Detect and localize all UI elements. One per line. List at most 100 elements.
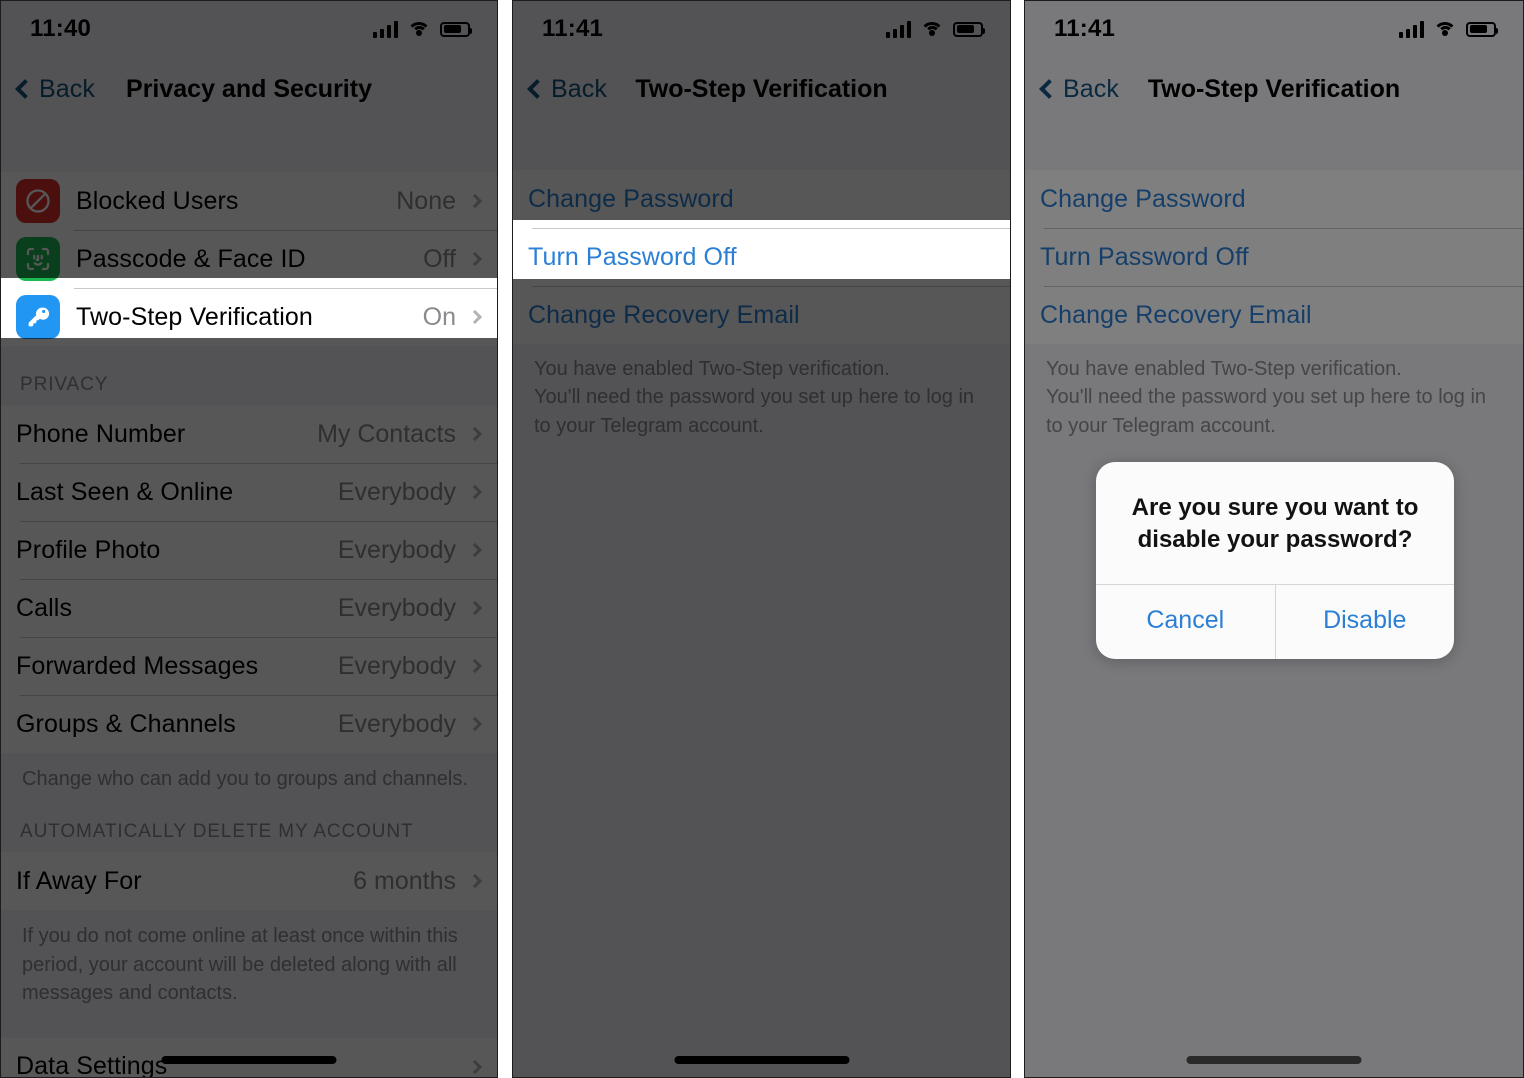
auto-delete-footnote: If you do not come online at least once … [0, 910, 498, 1008]
panel-gutter-1 [498, 0, 512, 1078]
row-value: Off [423, 244, 456, 273]
face-id-icon [16, 237, 60, 281]
back-button[interactable]: Back [12, 75, 95, 104]
status-bar-1: 11:40 [0, 0, 498, 58]
two-step-actions-group: Change Password Turn Password Off Change… [1024, 170, 1524, 344]
row-label: Passcode & Face ID [76, 244, 306, 273]
home-indicator [674, 1056, 849, 1064]
phone-screen-2: 11:41 Two-Step Verification Back Change … [512, 0, 1011, 1078]
row-label: Change Recovery Email [528, 300, 800, 329]
nav-bar-1: Privacy and Security Back [0, 58, 498, 120]
row-label: Forwarded Messages [16, 651, 259, 680]
settings-list-3: Change Password Turn Password Off Change… [1024, 120, 1524, 441]
blocked-users-icon [16, 179, 60, 223]
row-label: Blocked Users [76, 186, 239, 215]
row-change-recovery-email[interactable]: Change Recovery Email [512, 286, 1011, 344]
settings-list-2: Change Password Turn Password Off Change… [512, 120, 1011, 441]
chevron-right-icon [467, 426, 483, 442]
chevron-left-icon [15, 79, 35, 99]
row-label: Change Recovery Email [1040, 300, 1312, 329]
status-icons [1398, 20, 1498, 38]
status-time: 11:41 [1054, 15, 1116, 42]
disable-password-alert: Are you sure you want to disable your pa… [1096, 462, 1455, 660]
row-label: Groups & Channels [16, 709, 236, 738]
battery-icon [953, 21, 985, 37]
phone-panel-two-step-highlight: 11:41 Two-Step Verification Back Change … [512, 0, 1011, 1078]
status-time: 11:40 [30, 15, 92, 42]
row-blocked-users[interactable]: Blocked Users None [0, 172, 498, 230]
chevron-right-icon [467, 1059, 483, 1074]
nav-bar-3: Two-Step Verification Back [1024, 58, 1524, 120]
row-last-seen-online[interactable]: Last Seen & Online Everybody [0, 463, 498, 521]
row-turn-password-off[interactable]: Turn Password Off [512, 228, 1011, 286]
row-value: Everybody [337, 651, 456, 680]
row-turn-password-off[interactable]: Turn Password Off [1024, 228, 1524, 286]
back-button[interactable]: Back [1036, 75, 1119, 104]
row-value: My Contacts [317, 419, 456, 448]
row-label: Change Password [1040, 184, 1246, 213]
battery-icon [440, 21, 472, 37]
spacer [0, 1007, 498, 1038]
row-label: Profile Photo [16, 535, 161, 564]
status-icons [885, 20, 985, 38]
wifi-icon [1433, 21, 1457, 38]
two-step-actions-group: Change Password Turn Password Off Change… [512, 170, 1011, 344]
back-button-label: Back [551, 74, 607, 103]
panel-gutter-2 [1011, 0, 1024, 1078]
row-label: If Away For [16, 866, 142, 895]
security-group: Blocked Users None Passcode & Face ID Of… [0, 172, 498, 346]
status-icons [372, 20, 472, 38]
auto-delete-group: If Away For 6 months [0, 852, 498, 911]
back-button-label: Back [1063, 74, 1119, 103]
phone-screen-1: 11:40 Privacy and Security Back Blocked … [0, 0, 498, 1078]
chevron-right-icon [467, 251, 483, 267]
row-calls[interactable]: Calls Everybody [0, 579, 498, 637]
row-value: Everybody [337, 477, 456, 506]
row-profile-photo[interactable]: Profile Photo Everybody [0, 521, 498, 579]
back-button-label: Back [39, 74, 95, 103]
back-button[interactable]: Back [524, 75, 607, 104]
row-if-away-for[interactable]: If Away For 6 months [0, 852, 498, 911]
row-label: Two-Step Verification [76, 302, 313, 331]
row-label: Turn Password Off [1040, 242, 1249, 271]
wifi-icon [920, 21, 944, 38]
row-value: On [422, 302, 456, 331]
row-change-password[interactable]: Change Password [512, 170, 1011, 228]
list-top-spacer [0, 120, 498, 172]
row-phone-number[interactable]: Phone Number My Contacts [0, 405, 498, 463]
two-step-footnote: You have enabled Two-Step verification. … [1024, 344, 1524, 441]
chevron-left-icon [1039, 79, 1059, 99]
chevron-right-icon [467, 600, 483, 616]
row-change-password[interactable]: Change Password [1024, 170, 1524, 228]
status-time: 11:41 [542, 15, 604, 42]
auto-delete-section-header: AUTOMATICALLY DELETE MY ACCOUNT [0, 793, 498, 853]
status-bar-3: 11:41 [1024, 0, 1524, 58]
screenshot-stage: 11:40 Privacy and Security Back Blocked … [0, 0, 1524, 1078]
cellular-signal-icon [372, 20, 398, 38]
row-two-step-verification[interactable]: Two-Step Verification On [0, 288, 498, 346]
row-label: Turn Password Off [528, 242, 737, 271]
chevron-right-icon [467, 309, 483, 325]
row-passcode-face-id[interactable]: Passcode & Face ID Off [0, 230, 498, 288]
list-top-spacer [512, 120, 1011, 170]
row-groups-channels[interactable]: Groups & Channels Everybody [0, 695, 498, 753]
battery-icon [1466, 21, 1498, 37]
row-label: Change Password [528, 184, 734, 213]
row-label: Calls [16, 593, 73, 622]
row-forwarded-messages[interactable]: Forwarded Messages Everybody [0, 637, 498, 695]
phone-panel-privacy-and-security: 11:40 Privacy and Security Back Blocked … [0, 0, 498, 1078]
row-change-recovery-email[interactable]: Change Recovery Email [1024, 286, 1524, 344]
disable-button[interactable]: Disable [1274, 585, 1455, 660]
two-step-key-icon [16, 295, 60, 339]
cancel-button[interactable]: Cancel [1096, 585, 1275, 659]
row-value: Everybody [337, 535, 456, 564]
chevron-left-icon [527, 79, 547, 99]
settings-list-1: Blocked Users None Passcode & Face ID Of… [0, 120, 498, 1078]
row-value: Everybody [337, 593, 456, 622]
row-value: Everybody [337, 709, 456, 738]
privacy-footnote: Change who can add you to groups and cha… [0, 753, 498, 794]
row-value: 6 months [353, 866, 456, 895]
row-label: Last Seen & Online [16, 477, 234, 506]
list-top-spacer [1024, 120, 1524, 170]
chevron-right-icon [467, 658, 483, 674]
